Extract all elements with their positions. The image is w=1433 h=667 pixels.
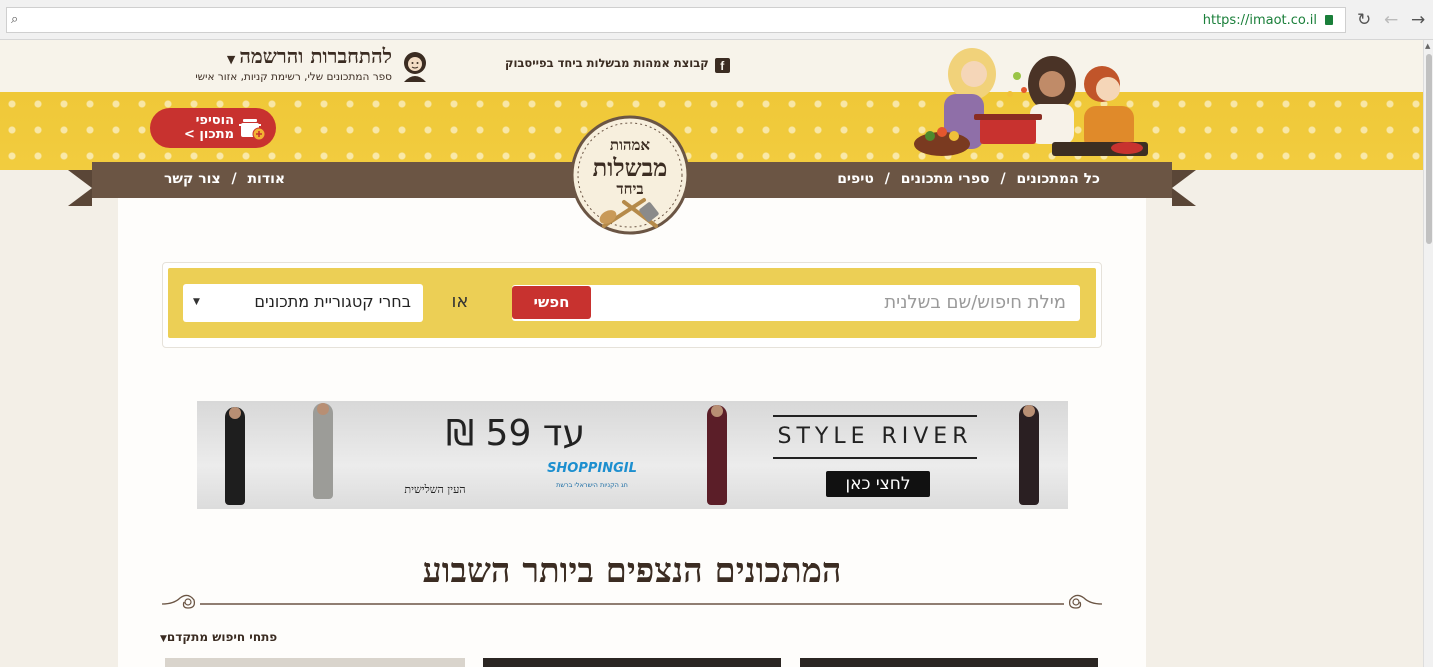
scrollbar-thumb[interactable] <box>1426 54 1432 244</box>
ad-model-figure <box>313 403 333 499</box>
nav-all-recipes[interactable]: כל המתכונים <box>1016 171 1100 187</box>
signup-area[interactable]: להתחברות והרשמה▼ ספר המתכונים שלי, רשימת… <box>150 44 430 88</box>
back-arrow-icon[interactable]: ← <box>1384 10 1398 30</box>
ribbon-tail-right <box>1172 170 1196 206</box>
facebook-group-link[interactable]: f קבוצת אמהות מבשלות ביחד בפייסבוק <box>505 56 730 73</box>
address-bar[interactable]: ⌕ https://imaot.co.il <box>6 7 1346 33</box>
chevron-down-icon: ▼ <box>226 53 236 66</box>
recipe-card-thumbnail[interactable] <box>165 658 465 667</box>
nav-separator: / <box>1000 171 1006 187</box>
add-recipe-line2: מתכון > <box>184 127 234 142</box>
facebook-group-text: קבוצת אמהות מבשלות ביחד בפייסבוק <box>505 56 709 70</box>
search-icon: ⌕ <box>11 12 19 27</box>
ad-shop-name: SHOPPINGIL <box>547 461 637 476</box>
signup-title[interactable]: להתחברות והרשמה▼ <box>227 44 392 69</box>
cooking-moms-illustration <box>914 48 1148 156</box>
section-heading: המתכונים הנצפים ביותר השבוע <box>422 551 842 591</box>
nav-group-left: אודות / צור קשר <box>164 171 285 187</box>
nav-about[interactable]: אודות <box>247 171 285 187</box>
nav-recipe-books[interactable]: ספרי מתכונים <box>901 171 990 187</box>
url-text[interactable]: https://imaot.co.il <box>1203 13 1317 28</box>
recipe-card-thumbnail[interactable] <box>483 658 781 667</box>
ad-third-eye: העין השלישית <box>404 483 466 496</box>
ad-shop-tagline: חג הקניות הישראלי ברשת <box>556 481 628 489</box>
ad-model-figure <box>1019 405 1039 505</box>
nav-separator: / <box>231 171 237 187</box>
ad-brand: STYLE RIVER <box>773 415 977 459</box>
nav-group-right: כל המתכונים / ספרי מתכונים / טיפים <box>837 171 1100 187</box>
forward-arrow-icon[interactable]: → <box>1411 10 1425 30</box>
nav-tips[interactable]: טיפים <box>837 171 874 187</box>
user-avatar-icon <box>404 52 426 82</box>
logo-line-1: אמהות <box>610 136 651 154</box>
ribbon-tail-left <box>68 170 92 206</box>
scroll-up-icon[interactable]: ▲ <box>1425 42 1430 50</box>
advanced-search-toggle[interactable]: פתחי חיפוש מתקדם▼ <box>160 630 277 644</box>
heading-divider <box>161 594 1103 609</box>
site-logo[interactable]: אמהות מבשלות ביחד <box>568 114 692 236</box>
add-recipe-line1: הוסיפי <box>195 113 234 128</box>
search-input[interactable]: מילת חיפוש/שם בשלנית <box>512 285 1080 321</box>
ad-cta-button[interactable]: לחצי כאן <box>826 471 930 497</box>
ad-model-figure <box>225 407 245 505</box>
chevron-down-icon: ▼ <box>193 297 200 307</box>
search-button[interactable]: חפשי <box>512 286 591 319</box>
nav-separator: / <box>884 171 890 187</box>
chevron-down-icon: ▼ <box>160 634 167 644</box>
reload-icon[interactable]: ↻ <box>1357 10 1371 30</box>
ad-banner[interactable]: עד 59 ₪ SHOPPINGIL חג הקניות הישראלי ברש… <box>197 401 1068 509</box>
advanced-search-label: פתחי חיפוש מתקדם <box>166 630 278 644</box>
cooking-pot-icon <box>239 119 266 141</box>
page-scrollbar[interactable]: ▲ <box>1423 40 1433 667</box>
signup-subtitle: ספר המתכונים שלי, רשימת קניות, אזור אישי <box>195 71 392 83</box>
category-select[interactable]: בחרי קטגוריית מתכונים ▼ <box>183 284 423 322</box>
add-recipe-button[interactable]: הוסיפי מתכון > <box>150 108 276 148</box>
signup-title-text: להתחברות והרשמה <box>239 44 392 68</box>
nav-contact[interactable]: צור קשר <box>164 171 221 187</box>
search-or-label: או <box>451 291 469 312</box>
logo-line-3: ביחד <box>616 180 643 198</box>
ad-price: עד 59 ₪ <box>445 413 585 454</box>
logo-line-2: מבשלות <box>593 153 668 182</box>
facebook-icon: f <box>714 58 730 73</box>
ad-model-figure <box>707 405 727 505</box>
category-select-value: בחרי קטגוריית מתכונים <box>254 292 411 311</box>
browser-toolbar: ⌕ https://imaot.co.il ↻ ← → <box>0 0 1433 40</box>
lock-icon <box>1325 15 1333 25</box>
add-recipe-label: הוסיפי מתכון > <box>184 114 234 142</box>
recipe-card-thumbnail[interactable] <box>800 658 1098 667</box>
